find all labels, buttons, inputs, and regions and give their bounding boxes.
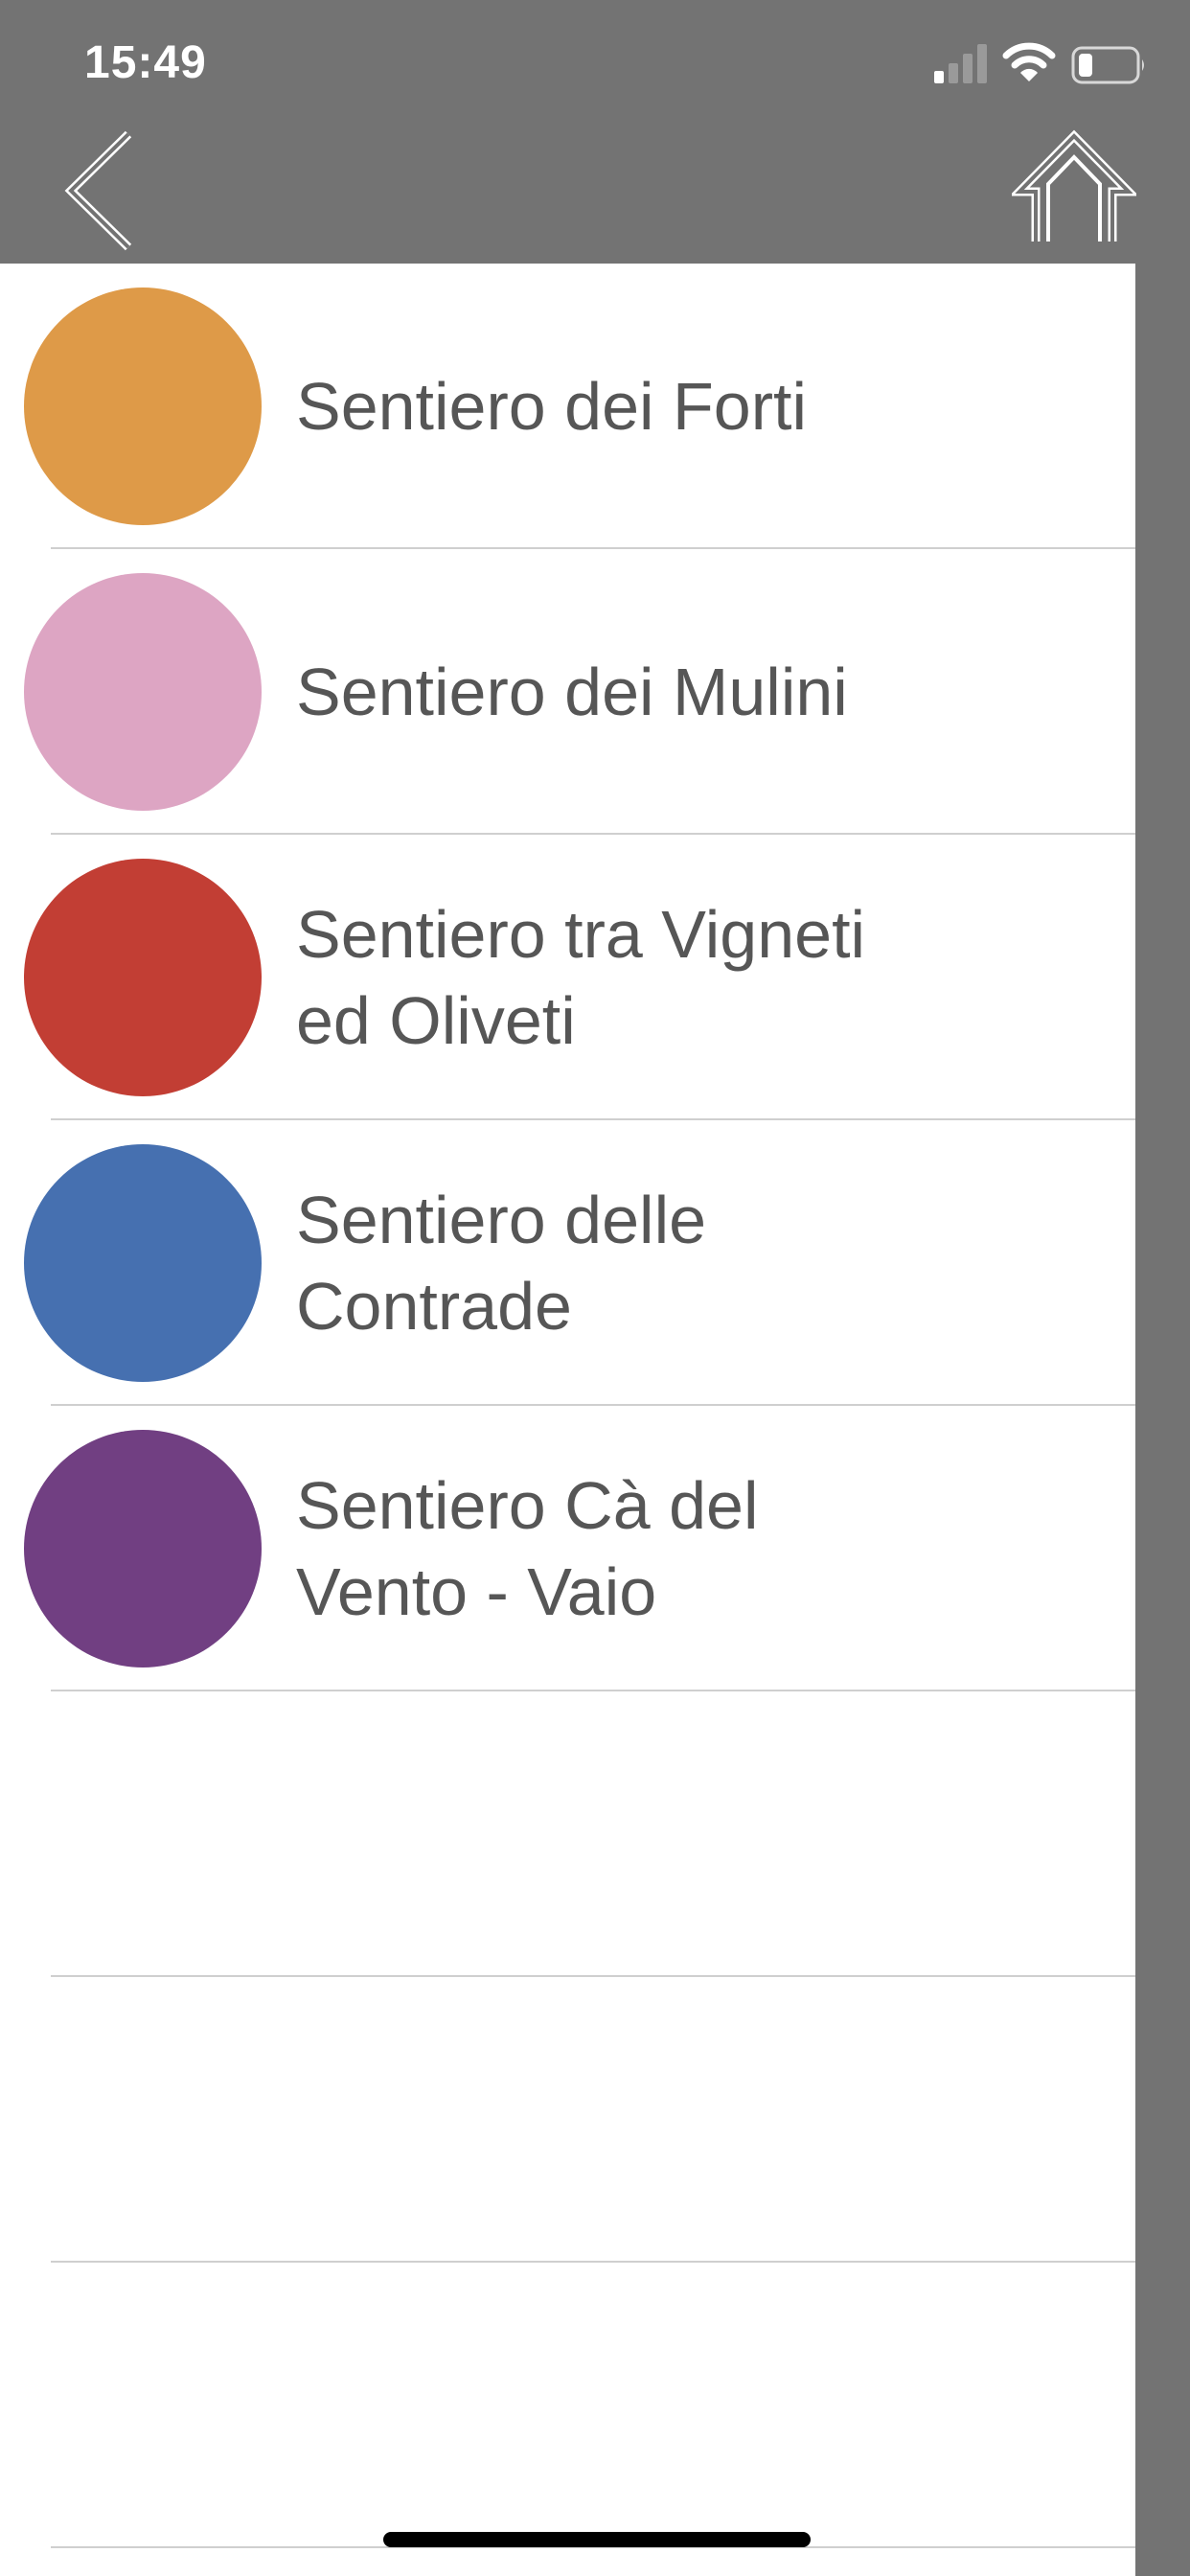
- list-item[interactable]: Sentiero dei Forti: [0, 264, 1135, 549]
- trail-color-swatch: [24, 1144, 262, 1382]
- trail-name: Sentiero dei Mulini: [296, 655, 848, 729]
- trail-color-swatch: [24, 1430, 262, 1668]
- cellular-signal-icon: [934, 44, 987, 83]
- trail-list: Sentiero dei Forti Sentiero dei Mulini S…: [0, 264, 1135, 2576]
- wifi-icon: [1002, 42, 1056, 81]
- chevron-left-icon: [64, 130, 132, 251]
- trail-name: Sentiero Cà del Vento - Vaio: [296, 1468, 759, 1629]
- back-button[interactable]: [59, 128, 146, 253]
- navigation-bar: [0, 125, 1190, 264]
- home-indicator[interactable]: [383, 2532, 811, 2547]
- home-icon: [1012, 129, 1136, 242]
- status-bar: 15:49: [0, 0, 1190, 125]
- trail-color-swatch: [24, 573, 262, 811]
- list-item[interactable]: Sentiero Cà del Vento - Vaio: [0, 1406, 1135, 1691]
- list-item[interactable]: Sentiero dei Mulini: [0, 549, 1135, 835]
- home-button[interactable]: [1012, 128, 1136, 253]
- empty-list-row: [0, 1977, 1135, 2263]
- trail-name: Sentiero delle Contrade: [296, 1183, 707, 1344]
- trail-color-swatch: [24, 859, 262, 1096]
- list-item[interactable]: Sentiero delle Contrade: [0, 1120, 1135, 1406]
- list-item[interactable]: Sentiero tra Vigneti ed Oliveti: [0, 835, 1135, 1120]
- status-time: 15:49: [84, 37, 207, 88]
- trail-name: Sentiero tra Vigneti ed Oliveti: [296, 897, 866, 1058]
- trail-name: Sentiero dei Forti: [296, 369, 808, 444]
- trail-color-swatch: [24, 288, 262, 525]
- empty-list-row: [0, 1691, 1135, 1977]
- empty-list-row: [0, 2263, 1135, 2548]
- battery-icon: [1071, 46, 1144, 84]
